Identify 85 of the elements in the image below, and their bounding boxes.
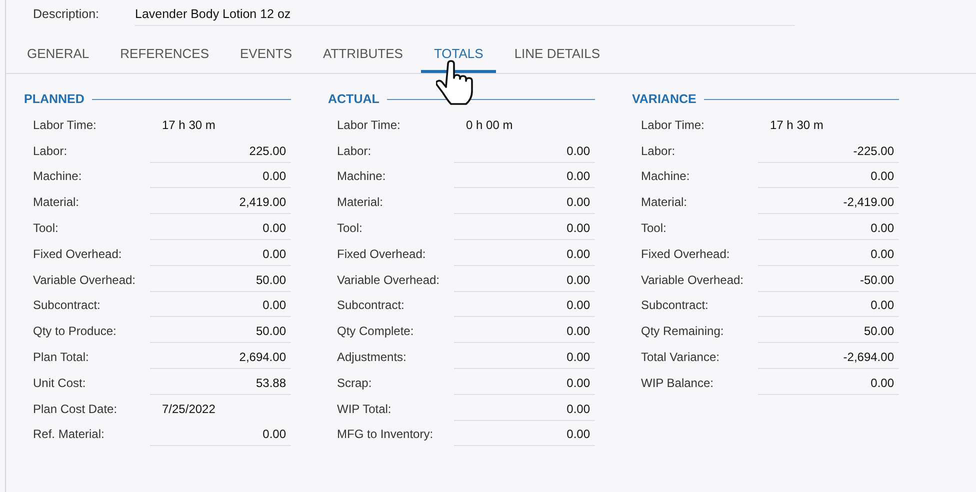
field-label: Variable Overhead: — [32, 272, 137, 287]
value-field: 0.00 — [454, 370, 595, 395]
description-field[interactable]: Lavender Body Lotion 12 oz — [135, 2, 795, 26]
field-label: WIP Total: — [336, 402, 392, 416]
field-label: Labor: — [336, 144, 372, 158]
value-field: 225.00 — [150, 138, 291, 163]
section-title: VARIANCE — [632, 92, 696, 106]
value-field: 7/25/2022 — [150, 396, 291, 421]
section-title: ACTUAL — [328, 92, 380, 106]
field-label: Fixed Overhead: — [336, 246, 427, 261]
field-label: Qty to Produce: — [32, 324, 118, 338]
value-field: 0.00 — [454, 293, 595, 318]
field-label: Tool: — [32, 221, 60, 236]
value-field: 53.88 — [150, 370, 291, 395]
value-field: 0.00 — [454, 268, 595, 292]
tab[interactable]: LINE DETAILS — [501, 36, 614, 73]
field-label: Subcontract: — [640, 298, 710, 312]
value-field: 17 h 30 m — [150, 112, 291, 137]
field-label: Labor: — [32, 144, 68, 158]
field-label: Variable Overhead: — [640, 272, 745, 287]
value-field: 0.00 — [758, 216, 899, 240]
field-label: Material: — [336, 195, 384, 210]
field-label: Subcontract: — [32, 298, 102, 312]
value-field: 0.00 — [758, 370, 899, 395]
value-field: 0.00 — [454, 242, 595, 266]
tab[interactable]: EVENTS — [227, 36, 306, 73]
value-field: 0.00 — [454, 216, 595, 240]
field-label: Scrap: — [336, 376, 373, 390]
tab[interactable]: GENERAL — [14, 36, 102, 73]
value-field: 0.00 — [150, 242, 291, 266]
field-label: Machine: — [336, 169, 387, 184]
field-label: Fixed Overhead: — [32, 246, 123, 261]
value-field: 0.00 — [454, 345, 595, 370]
value-field: 0.00 — [454, 422, 595, 446]
value-field: 2,694.00 — [150, 345, 291, 370]
value-field: 0.00 — [150, 293, 291, 318]
field-label: Subcontract: — [336, 298, 406, 312]
value-field: 2,419.00 — [150, 190, 291, 214]
value-field: -2,694.00 — [758, 345, 899, 370]
field-label: Labor Time: — [32, 118, 98, 132]
field-label: Adjustments: — [336, 350, 408, 364]
value-field: 50.00 — [150, 268, 291, 292]
value-field: -50.00 — [758, 268, 899, 292]
value-field: 0 h 00 m — [454, 112, 595, 137]
field-label: Tool: — [336, 221, 364, 236]
field-label: Material: — [640, 195, 688, 210]
field-label: Plan Cost Date: — [32, 402, 118, 416]
value-field: 17 h 30 m — [758, 112, 899, 137]
value-field: 0.00 — [758, 293, 899, 318]
field-label: Fixed Overhead: — [640, 246, 731, 261]
field-label: Description: — [33, 7, 100, 21]
value-field: -225.00 — [758, 138, 899, 163]
field-label: Qty Complete: — [336, 324, 415, 338]
value-field: 0.00 — [150, 216, 291, 240]
field-label: Plan Total: — [32, 350, 90, 364]
value-field: 0.00 — [758, 164, 899, 188]
value-field: 0.00 — [758, 242, 899, 266]
value-field: 0.00 — [454, 164, 595, 188]
field-label: Material: — [32, 195, 80, 210]
field-label: MFG to Inventory: — [336, 427, 434, 442]
field-label: Total Variance: — [640, 350, 720, 364]
field-label: Labor Time: — [336, 118, 402, 132]
value-field: 0.00 — [454, 190, 595, 214]
value-field: 0.00 — [150, 422, 291, 446]
field-label: Machine: — [32, 169, 83, 184]
field-label: Labor Time: — [640, 118, 706, 132]
field-label: Qty Remaining: — [640, 324, 725, 338]
value-field: 0.00 — [454, 138, 595, 163]
field-label: Labor: — [640, 144, 676, 158]
section-title: PLANNED — [24, 92, 84, 106]
field-label: Tool: — [640, 221, 668, 236]
field-label: Ref. Material: — [32, 427, 106, 442]
value-field: -2,419.00 — [758, 190, 899, 214]
hand-cursor-icon — [436, 60, 476, 106]
value-field: 0.00 — [454, 396, 595, 421]
field-label: WIP Balance: — [640, 376, 714, 390]
value-field: 0.00 — [454, 319, 595, 344]
tab[interactable]: REFERENCES — [107, 36, 222, 73]
value-field: 50.00 — [150, 319, 291, 344]
value-field: 50.00 — [758, 319, 899, 344]
field-label: Unit Cost: — [32, 376, 87, 390]
value-field: 0.00 — [150, 164, 291, 188]
field-label: Machine: — [640, 169, 691, 184]
tab[interactable]: ATTRIBUTES — [310, 36, 416, 73]
field-label: Variable Overhead: — [336, 272, 441, 287]
